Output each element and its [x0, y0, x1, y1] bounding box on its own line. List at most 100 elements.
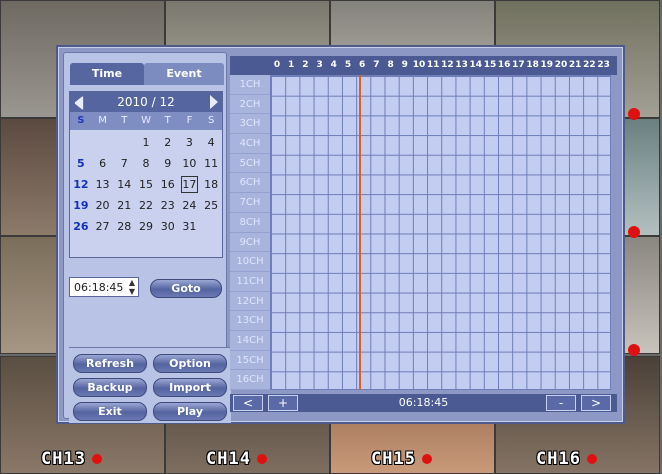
- search-tabs: Time Event: [70, 63, 224, 85]
- weekday-label: T: [121, 115, 128, 126]
- calendar-day[interactable]: 19: [70, 195, 92, 216]
- action-buttons: Refresh Option Backup Import Exit Play: [69, 347, 231, 423]
- calendar-day[interactable]: 8: [135, 153, 157, 174]
- hour-label: 21: [568, 60, 582, 70]
- calendar-day[interactable]: 7: [113, 153, 135, 174]
- record-indicator-icon: [256, 454, 267, 464]
- zoom-in-button[interactable]: +: [268, 395, 298, 411]
- play-button[interactable]: Play: [153, 402, 227, 421]
- channel-label[interactable]: 9CH: [230, 232, 270, 253]
- channel-label[interactable]: 4CH: [230, 134, 270, 154]
- zoom-out-button[interactable]: -: [546, 395, 576, 411]
- prev-button[interactable]: <: [233, 395, 263, 411]
- calendar-day[interactable]: 22: [135, 195, 157, 216]
- calendar-day[interactable]: 28: [113, 216, 135, 237]
- camera-label: CH15: [371, 449, 432, 469]
- time-cursor[interactable]: [359, 75, 362, 390]
- calendar-day[interactable]: 2: [157, 132, 179, 153]
- channel-label[interactable]: 10CH: [230, 252, 270, 272]
- weekday-label: S: [77, 115, 85, 126]
- calendar-day[interactable]: 23: [157, 195, 179, 216]
- calendar-day[interactable]: 18: [200, 174, 222, 195]
- hour-label: 15: [483, 60, 497, 70]
- hour-label: 22: [583, 60, 596, 70]
- spin-up-icon[interactable]: ▲: [127, 278, 137, 287]
- calendar: 2010 / 12 S M T W T F S 1 2 3 4 5 6 7 8 9 10 11 12 1…: [69, 91, 223, 258]
- tab-time[interactable]: Time: [70, 63, 144, 85]
- channel-label[interactable]: 1CH: [230, 75, 270, 95]
- calendar-day[interactable]: 21: [113, 195, 135, 216]
- calendar-day[interactable]: 31: [179, 216, 201, 237]
- record-indicator-icon: [586, 454, 597, 464]
- calendar-day: [70, 132, 92, 153]
- exit-button[interactable]: Exit: [73, 402, 147, 421]
- time-spinner[interactable]: ▲ ▼: [127, 278, 137, 296]
- calendar-day[interactable]: 14: [113, 174, 135, 195]
- next-month-icon[interactable]: [210, 95, 218, 109]
- calendar-day[interactable]: 29: [135, 216, 157, 237]
- weekday-label: F: [186, 115, 193, 126]
- weekday-row: S M T W T F S: [70, 112, 222, 130]
- timeline-controls: 06:18:45 < + - >: [230, 394, 617, 412]
- calendar-day[interactable]: 15: [135, 174, 157, 195]
- hour-label: 19: [540, 60, 554, 70]
- channel-label[interactable]: 13CH: [230, 311, 270, 331]
- channel-label[interactable]: 6CH: [230, 173, 270, 194]
- import-button[interactable]: Import: [153, 378, 227, 397]
- refresh-button[interactable]: Refresh: [73, 354, 147, 373]
- calendar-day[interactable]: 20: [92, 195, 114, 216]
- channel-label[interactable]: 14CH: [230, 330, 270, 351]
- calendar-day[interactable]: 5: [70, 153, 92, 174]
- channel-label[interactable]: 15CH: [230, 350, 270, 371]
- hour-label: 13: [455, 60, 468, 70]
- calendar-day[interactable]: 1: [135, 132, 157, 153]
- calendar-day[interactable]: 16: [157, 174, 179, 195]
- calendar-day[interactable]: 3: [179, 132, 201, 153]
- channel-label[interactable]: 5CH: [230, 153, 270, 174]
- tab-event[interactable]: Event: [144, 63, 224, 85]
- channel-label[interactable]: 2CH: [230, 94, 270, 115]
- calendar-day[interactable]: 26: [70, 216, 92, 237]
- option-button[interactable]: Option: [153, 354, 227, 373]
- hour-label: 17: [512, 60, 525, 70]
- prev-month-icon[interactable]: [74, 95, 84, 111]
- calendar-day[interactable]: 10: [179, 153, 201, 174]
- calendar-day: [113, 132, 135, 153]
- channel-label[interactable]: 3CH: [230, 114, 270, 135]
- camera-label: CH16: [536, 449, 597, 469]
- left-panel: Time Event 2010 / 12 S M T W T F S 12345…: [63, 52, 231, 423]
- channel-label[interactable]: 16CH: [230, 370, 270, 390]
- calendar-day[interactable]: 11: [200, 153, 222, 174]
- channel-label[interactable]: 12CH: [230, 291, 270, 312]
- hour-label: 11: [426, 60, 440, 70]
- hour-label: 20: [554, 60, 568, 70]
- calendar-day[interactable]: 4: [200, 132, 222, 153]
- calendar-day[interactable]: 6: [92, 153, 114, 174]
- backup-button[interactable]: Backup: [73, 378, 147, 397]
- hour-header: 0 1 2 3 4 5 6 7 8 9 10 11 12 13 14 15 16 17 18 19 20 21 22 23: [230, 56, 617, 75]
- calendar-day[interactable]: 25: [200, 195, 222, 216]
- next-button[interactable]: >: [581, 395, 611, 411]
- channel-label[interactable]: 7CH: [230, 193, 270, 213]
- record-indicator-icon: [628, 226, 640, 238]
- month-label: 2010 / 12: [117, 95, 175, 109]
- goto-button[interactable]: Goto: [150, 279, 222, 298]
- calendar-day[interactable]: 17: [179, 174, 201, 195]
- camera-label: CH14: [206, 449, 267, 469]
- calendar-day[interactable]: 12: [70, 174, 92, 195]
- channel-label[interactable]: 11CH: [230, 271, 270, 292]
- calendar-day[interactable]: 30: [157, 216, 179, 237]
- hour-label: 8: [387, 60, 394, 70]
- channel-label[interactable]: 8CH: [230, 212, 270, 233]
- calendar-day[interactable]: 9: [157, 153, 179, 174]
- hour-label: 18: [526, 60, 539, 70]
- record-indicator-icon: [628, 344, 640, 356]
- calendar-day[interactable]: 24: [179, 195, 201, 216]
- calendar-day[interactable]: 13: [92, 174, 114, 195]
- hour-label: 14: [469, 60, 483, 70]
- timeline-grid[interactable]: [270, 75, 611, 390]
- calendar-header: 2010 / 12: [70, 92, 222, 112]
- calendar-day[interactable]: 27: [92, 216, 114, 237]
- weekday-label: M: [98, 115, 107, 126]
- spin-down-icon[interactable]: ▼: [127, 287, 137, 296]
